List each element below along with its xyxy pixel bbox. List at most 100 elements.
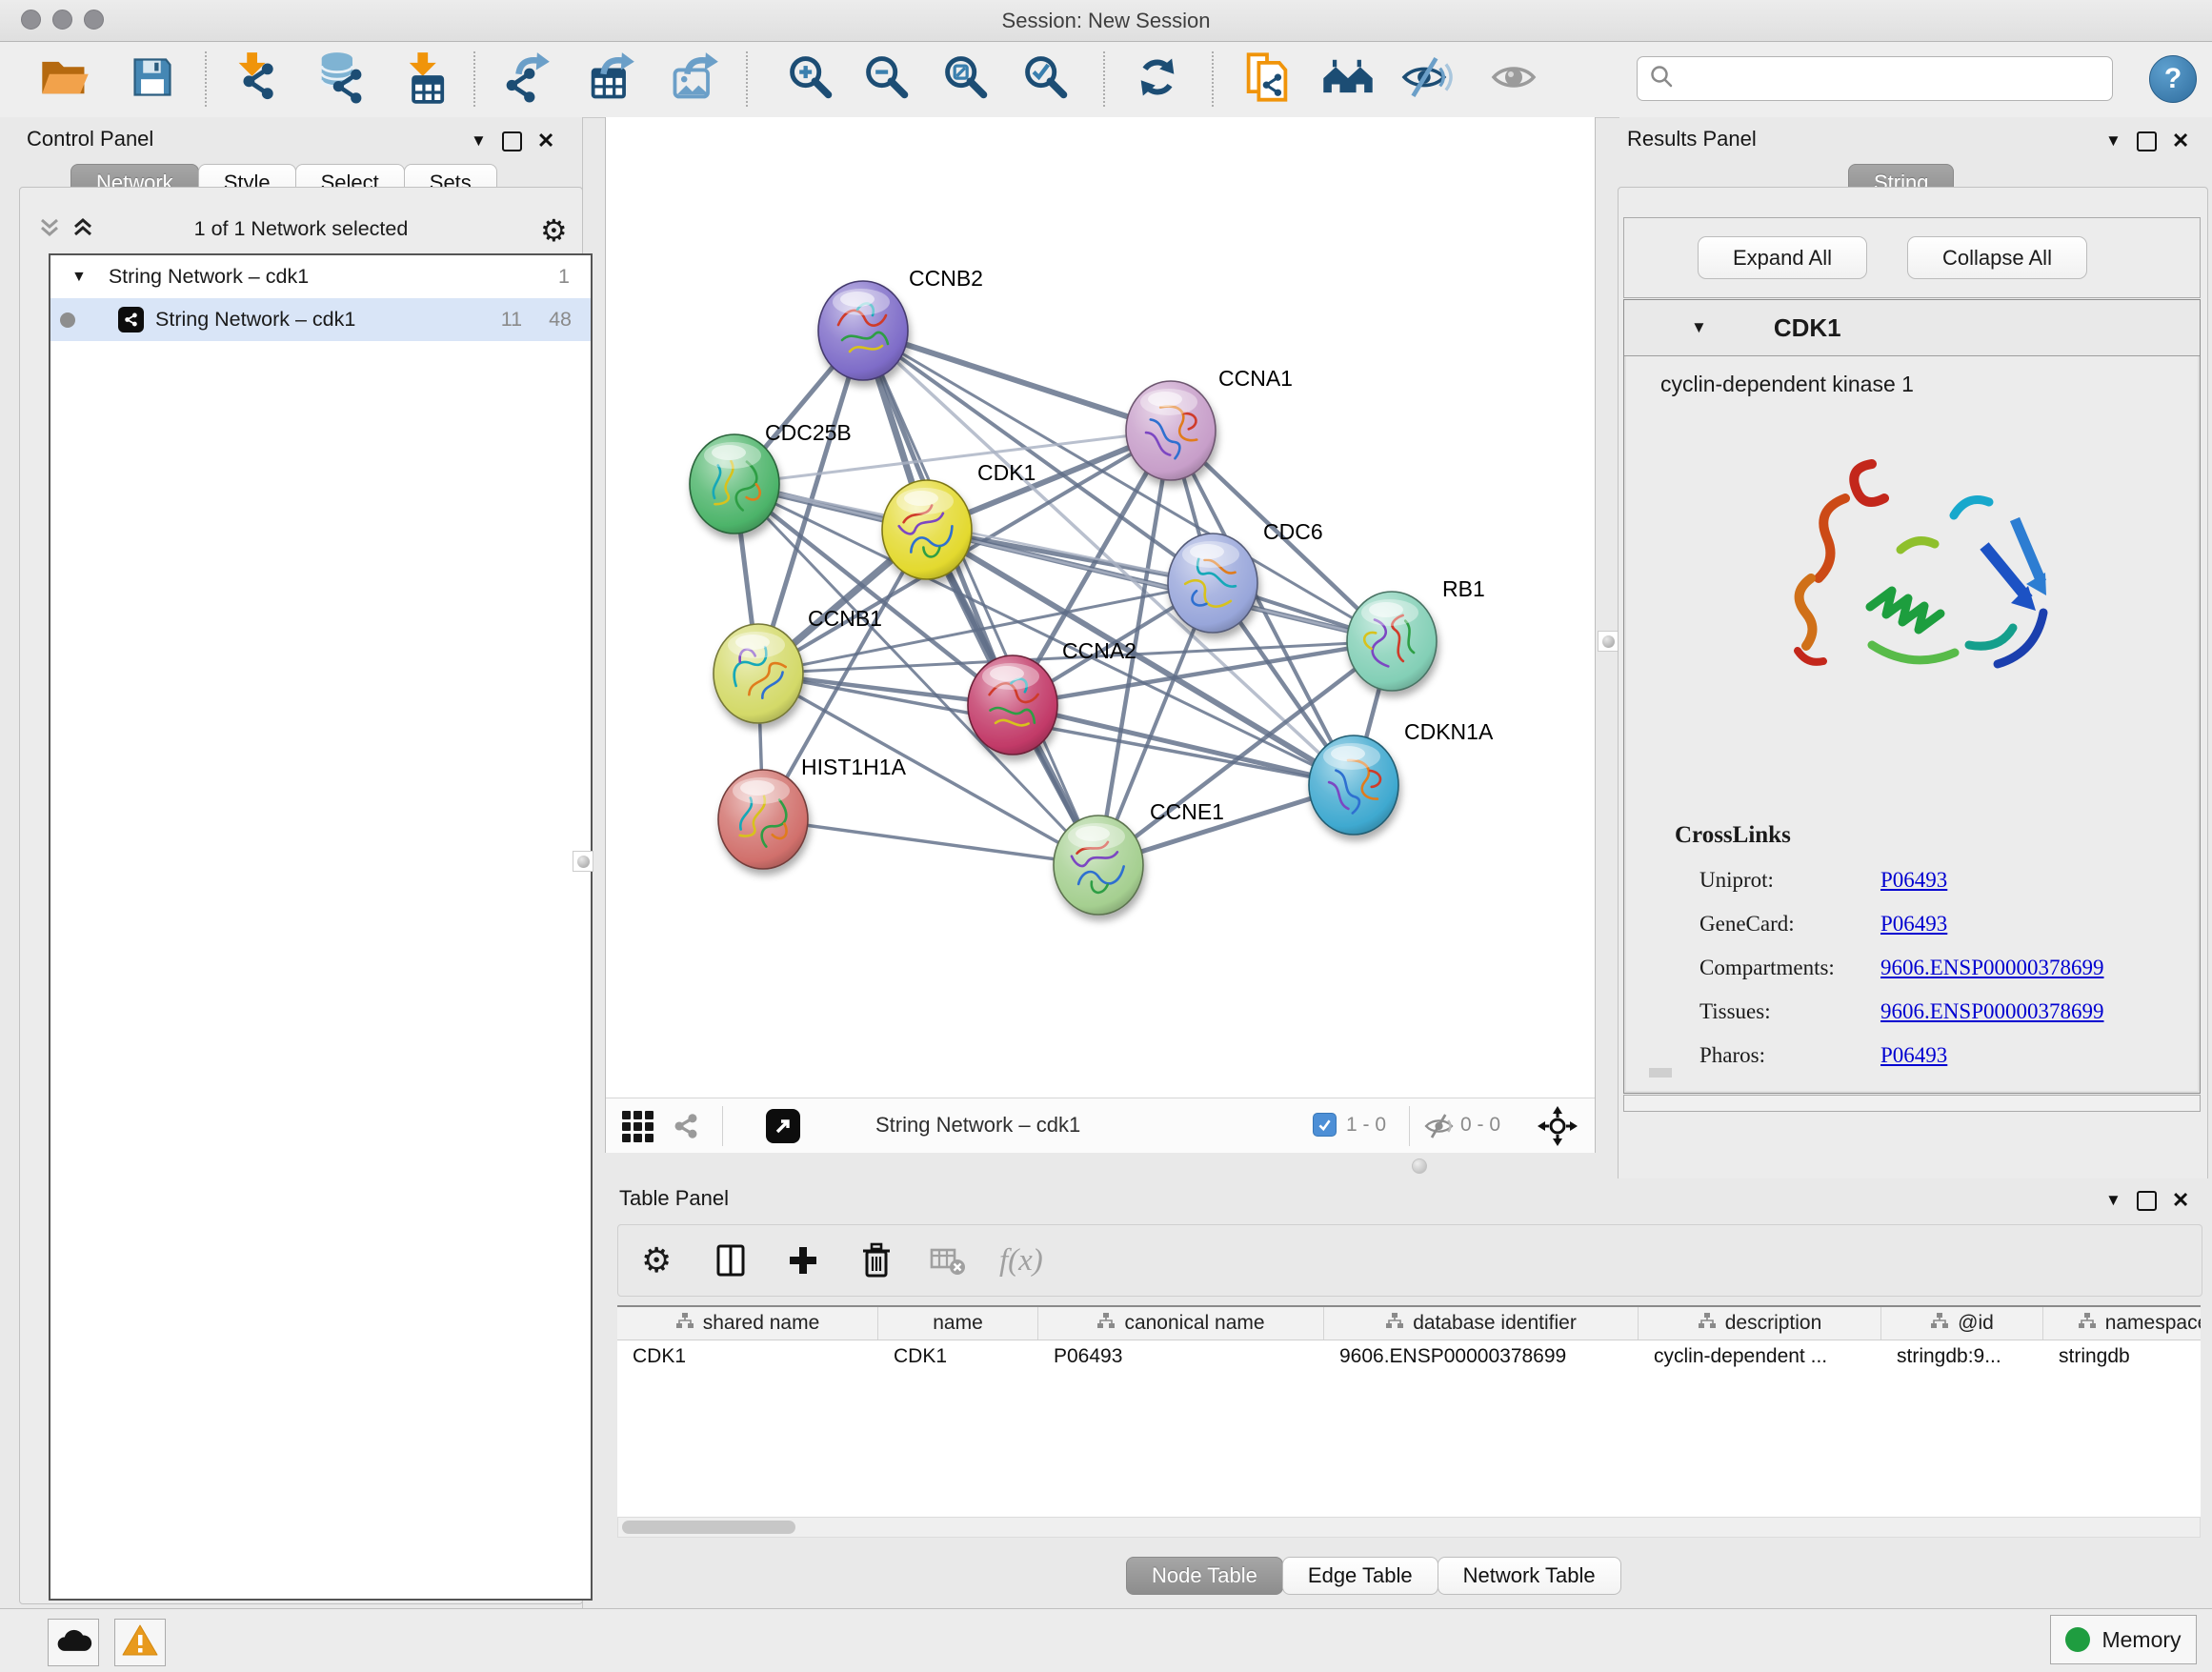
- network-node-CCNA2[interactable]: [968, 655, 1057, 755]
- network-node-RB1[interactable]: [1347, 592, 1437, 691]
- table-cell[interactable]: P06493: [1038, 1340, 1324, 1373]
- export-table-button[interactable]: [581, 50, 640, 109]
- table-settings-gear-icon[interactable]: ⚙: [641, 1239, 672, 1282]
- crosslink-label: Tissues:: [1699, 999, 1771, 1024]
- network-node-CDK1[interactable]: [882, 480, 972, 579]
- table-hscrollbar-thumb[interactable]: [622, 1521, 795, 1534]
- crosslink-link[interactable]: 9606.ENSP00000378699: [1880, 999, 2104, 1024]
- column-header-description[interactable]: description: [1639, 1307, 1881, 1340]
- expand-all-button[interactable]: Expand All: [1698, 236, 1867, 279]
- right-splitter-handle[interactable]: [1598, 631, 1619, 652]
- import-network-from-file-button[interactable]: [228, 50, 287, 109]
- network-edge[interactable]: [863, 331, 1098, 865]
- collection-expander-icon[interactable]: ▼: [71, 269, 87, 286]
- column-header-shared-name[interactable]: shared name: [617, 1307, 878, 1340]
- panel-menu-icon[interactable]: ▼: [2105, 1191, 2122, 1210]
- zoom-in-button[interactable]: [780, 50, 839, 109]
- tab-network-table[interactable]: Network Table: [1438, 1557, 1621, 1595]
- table-cell[interactable]: CDK1: [878, 1340, 1038, 1373]
- network-edge[interactable]: [863, 331, 1171, 431]
- table-cell[interactable]: stringdb:9...: [1881, 1340, 2043, 1373]
- collapse-all-button[interactable]: Collapse All: [1907, 236, 2087, 279]
- import-network-from-database-button[interactable]: [310, 50, 369, 109]
- network-edge[interactable]: [1013, 705, 1354, 785]
- network-options-gear-icon[interactable]: ⚙: [540, 212, 568, 249]
- tab-edge-table[interactable]: Edge Table: [1282, 1557, 1438, 1595]
- panel-menu-icon[interactable]: ▼: [471, 131, 487, 151]
- warning-status-button[interactable]: [114, 1619, 166, 1666]
- network-node-CDC6[interactable]: [1168, 534, 1257, 633]
- network-graph[interactable]: CCNB2CCNA1CDC25BCDK1CDC6RB1CCNB1CCNA2CDK…: [606, 117, 1595, 1096]
- result-scrollbar-thumb[interactable]: [1649, 1068, 1672, 1078]
- network-node-CCNB2[interactable]: [818, 281, 908, 380]
- column-header-@id[interactable]: @id: [1881, 1307, 2043, 1340]
- crosslink-link[interactable]: P06493: [1880, 868, 1947, 893]
- search-input[interactable]: [1681, 67, 2112, 91]
- show-columns-icon[interactable]: [712, 1239, 750, 1282]
- open-in-browser-icon[interactable]: [766, 1109, 800, 1143]
- network-share-icon[interactable]: [670, 1110, 702, 1147]
- zoom-selected-button[interactable]: [1016, 50, 1075, 109]
- collapse-entry-icon[interactable]: ▼: [1691, 318, 1707, 337]
- network-canvas[interactable]: CCNB2CCNA1CDC25BCDK1CDC6RB1CCNB1CCNA2CDK…: [605, 117, 1596, 1153]
- apply-preferred-layout-button[interactable]: [1128, 50, 1187, 109]
- network-edge[interactable]: [763, 819, 1098, 865]
- network-collection-row[interactable]: ▼ String Network – cdk1 1: [50, 255, 591, 298]
- birds-eye-view-icon[interactable]: [622, 1111, 654, 1142]
- network-node-CCNA1[interactable]: [1126, 381, 1216, 480]
- column-header-canonical-name[interactable]: canonical name: [1038, 1307, 1324, 1340]
- network-node-CDC25B[interactable]: [690, 434, 779, 534]
- network-node-CCNE1[interactable]: [1054, 816, 1143, 915]
- cloud-status-button[interactable]: [48, 1619, 99, 1666]
- export-image-button[interactable]: [665, 50, 724, 109]
- network-node-CCNB1[interactable]: [714, 624, 803, 723]
- table-cell[interactable]: cyclin-dependent ...: [1639, 1340, 1881, 1373]
- protein-structure-image: [1729, 438, 2091, 767]
- crosslink-link[interactable]: P06493: [1880, 1043, 1947, 1068]
- crosslink-link[interactable]: P06493: [1880, 912, 1947, 937]
- close-panel-icon[interactable]: ✕: [537, 129, 554, 153]
- fit-content-button[interactable]: [935, 50, 995, 109]
- table-cell[interactable]: stringdb: [2043, 1340, 2201, 1373]
- show-all-button[interactable]: [1484, 50, 1543, 109]
- bottom-splitter-handle[interactable]: [1412, 1158, 1427, 1174]
- search-box[interactable]: [1637, 56, 2113, 101]
- column-type-icon: [1930, 1312, 1949, 1335]
- network-node-HIST1H1A[interactable]: [718, 770, 808, 869]
- import-table-from-file-button[interactable]: [396, 50, 455, 109]
- hidden-eye-slash-icon[interactable]: [1423, 1112, 1455, 1145]
- zoom-out-button[interactable]: [856, 50, 915, 109]
- table-hscrollbar[interactable]: [617, 1517, 2201, 1538]
- memory-button[interactable]: Memory: [2050, 1615, 2197, 1664]
- close-panel-icon[interactable]: ✕: [2172, 129, 2189, 153]
- column-header-namespace[interactable]: namespace: [2043, 1307, 2201, 1340]
- center-view-crosshair-icon[interactable]: [1538, 1106, 1578, 1151]
- float-panel-icon[interactable]: [2137, 1191, 2157, 1211]
- results-hscrollbar[interactable]: [1623, 1095, 2201, 1112]
- table-row[interactable]: CDK1CDK1P064939606.ENSP00000378699cyclin…: [617, 1340, 2201, 1373]
- export-network-button[interactable]: [496, 50, 555, 109]
- left-splitter-handle[interactable]: [573, 851, 593, 872]
- delete-column-trash-icon[interactable]: [858, 1239, 895, 1282]
- network-row[interactable]: String Network – cdk1 11 48: [50, 298, 591, 341]
- panel-menu-icon[interactable]: ▼: [2105, 131, 2122, 151]
- crosslink-link[interactable]: 9606.ENSP00000378699: [1880, 956, 2104, 980]
- clone-network-button[interactable]: [1237, 50, 1297, 109]
- float-panel-icon[interactable]: [502, 131, 522, 151]
- column-header-name[interactable]: name: [878, 1307, 1038, 1340]
- help-button[interactable]: ?: [2149, 55, 2197, 103]
- node-result-header[interactable]: ▼ CDK1: [1624, 300, 2200, 356]
- open-session-button[interactable]: [35, 50, 94, 109]
- table-cell[interactable]: 9606.ENSP00000378699: [1324, 1340, 1639, 1373]
- hide-selected-button[interactable]: [1397, 50, 1456, 109]
- close-panel-icon[interactable]: ✕: [2172, 1188, 2189, 1213]
- selected-checkbox[interactable]: [1313, 1113, 1337, 1137]
- first-neighbors-button[interactable]: [1318, 50, 1377, 109]
- save-session-button[interactable]: [123, 50, 182, 109]
- add-column-icon[interactable]: [786, 1239, 820, 1282]
- network-node-CDKN1A[interactable]: [1309, 735, 1398, 835]
- table-cell[interactable]: CDK1: [617, 1340, 878, 1373]
- tab-node-table[interactable]: Node Table: [1126, 1557, 1283, 1595]
- column-header-database-identifier[interactable]: database identifier: [1324, 1307, 1639, 1340]
- float-panel-icon[interactable]: [2137, 131, 2157, 151]
